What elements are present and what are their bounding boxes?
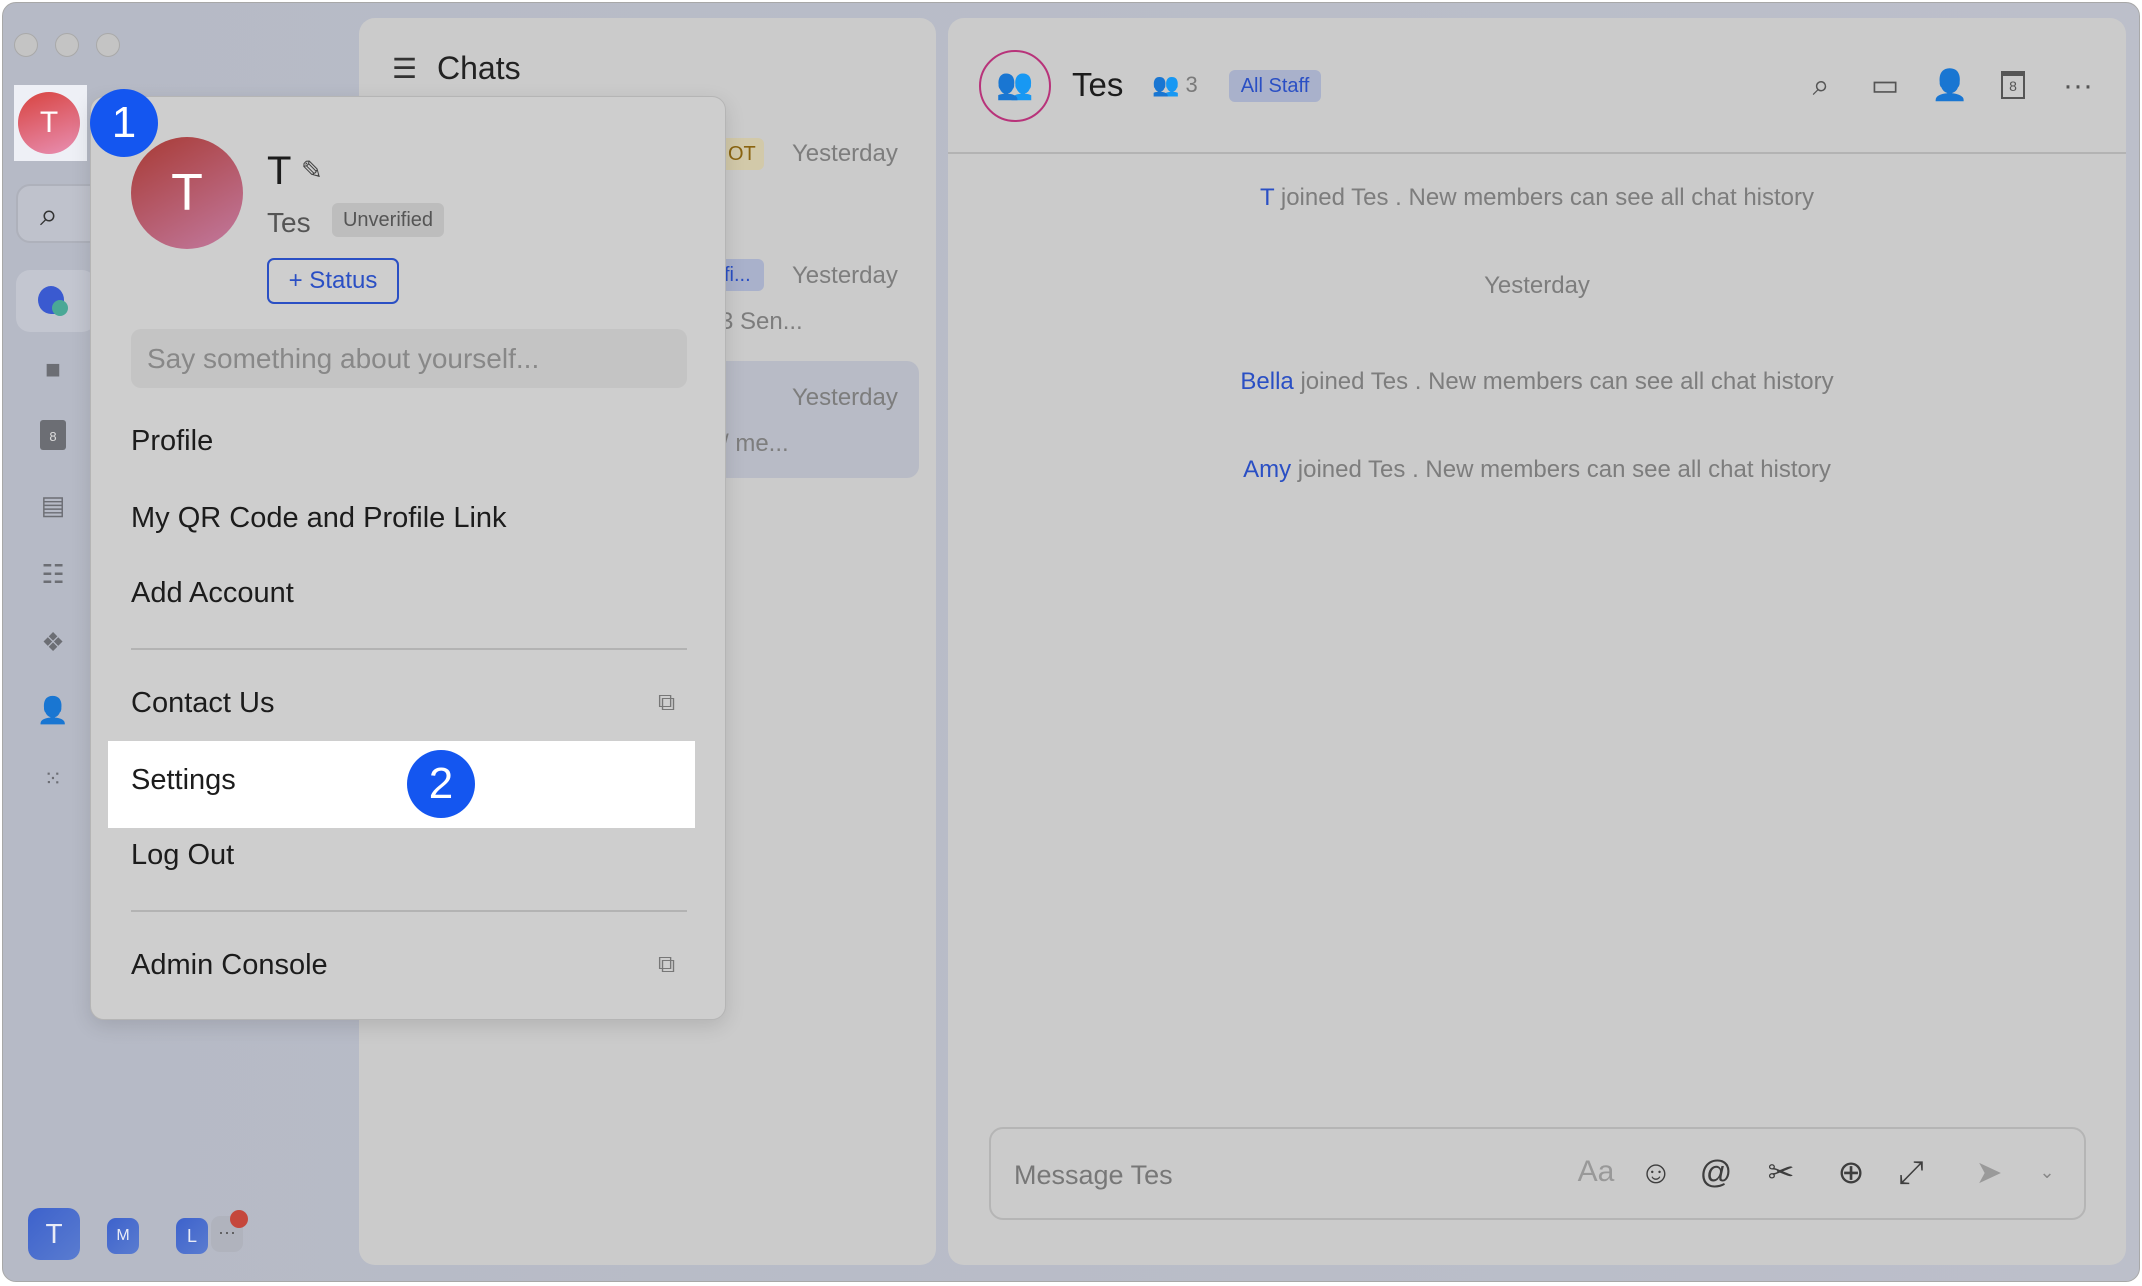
format-text-icon[interactable]: Aa [1576, 1152, 1616, 1192]
header-divider [948, 152, 2126, 154]
chat-time: Yesterday [792, 262, 898, 289]
chat-list-title: Chats [437, 50, 521, 86]
search-chat-icon[interactable]: ⌕ [1803, 68, 1839, 104]
profile-name: T [267, 149, 292, 193]
message-input[interactable]: Message Tes [1014, 1160, 1173, 1191]
chat-time: Yesterday [792, 140, 898, 167]
more-options-icon[interactable]: ··· [2060, 68, 2096, 104]
menu-item-log-out[interactable]: Log Out [131, 839, 234, 872]
menu-item-add-account[interactable]: Add Account [131, 577, 294, 610]
menu-item-profile[interactable]: Profile [131, 425, 213, 458]
add-member-icon[interactable]: 👤 [1931, 68, 1968, 104]
calendar-icon[interactable]: 8 [1995, 68, 2031, 104]
all-staff-tag: All Staff [1229, 70, 1321, 102]
minimize-window-button[interactable] [55, 33, 79, 57]
add-attachment-icon[interactable]: ⊕ [1831, 1152, 1871, 1192]
group-avatar[interactable]: 👥 [979, 50, 1051, 122]
unverified-badge: Unverified [332, 203, 444, 237]
messenger-icon-dot [52, 300, 68, 316]
external-link-icon: ⧉ [658, 951, 676, 978]
organization-name: Tes [267, 207, 311, 238]
workspace-t[interactable]: T [28, 1208, 80, 1260]
member-link[interactable]: Amy [1243, 456, 1291, 483]
maximize-window-button[interactable] [96, 33, 120, 57]
settings-label: Settings [131, 764, 236, 796]
send-options-chevron-icon[interactable]: ⌄ [2027, 1152, 2067, 1192]
step-badge-2: 2 [407, 750, 475, 818]
profile-menu-popup: T T ✎ Tes Unverified + Status Say someth… [90, 96, 726, 1020]
workspace-m[interactable]: M [107, 1218, 139, 1254]
member-link[interactable]: Bella [1240, 368, 1293, 395]
user-avatar-button[interactable]: T [18, 92, 80, 154]
send-icon[interactable]: ➤ [1969, 1152, 2009, 1192]
members-icon: 👥 [1152, 72, 1186, 97]
screenshot-scissors-icon[interactable]: ✂ [1761, 1152, 1801, 1192]
system-message: T joined Tes . New members can see all c… [1259, 184, 1815, 211]
video-meeting-icon[interactable]: ■ [36, 352, 70, 386]
workspace-l[interactable]: L [176, 1218, 208, 1254]
menu-item-qr-code[interactable]: My QR Code and Profile Link [131, 502, 507, 535]
video-call-icon[interactable]: ▭ [1867, 68, 1903, 104]
emoji-icon[interactable]: ☺ [1636, 1152, 1676, 1192]
system-message: Amy joined Tes . New members can see all… [1243, 456, 1831, 483]
date-divider: Yesterday [1484, 272, 1590, 299]
member-count[interactable]: 👥 3 [1152, 72, 1198, 98]
expand-icon[interactable]: ⤢ [1891, 1152, 1931, 1192]
add-status-button[interactable]: + Status [267, 258, 399, 304]
collapse-list-icon[interactable]: ☰ [392, 52, 417, 85]
tasks-icon[interactable]: ☷ [36, 557, 70, 591]
bio-input[interactable]: Say something about yourself... [131, 329, 687, 388]
apps-grid-icon[interactable]: ⁙ [36, 762, 70, 796]
notification-dot [230, 1210, 248, 1228]
menu-item-contact-us[interactable]: Contact Us [131, 687, 274, 720]
step-badge-1: 1 [90, 89, 158, 157]
external-link-icon: ⧉ [658, 689, 676, 716]
menu-divider [131, 648, 687, 650]
chat-preview: / me... [722, 430, 789, 457]
docs-icon[interactable]: ▤ [36, 488, 70, 522]
close-window-button[interactable] [14, 33, 38, 57]
calendar-icon[interactable]: 8 [36, 420, 70, 454]
chat-preview: 3 Sen... [720, 308, 803, 335]
profile-avatar: T [131, 137, 243, 249]
menu-item-admin-console[interactable]: Admin Console [131, 949, 328, 982]
chat-time: Yesterday [792, 384, 898, 411]
member-link[interactable]: T [1260, 184, 1274, 211]
workplace-icon[interactable]: ❖ [36, 625, 70, 659]
search-icon: ⌕ [40, 196, 58, 232]
system-message: Bella joined Tes . New members can see a… [1240, 368, 1834, 395]
menu-divider [131, 910, 687, 912]
chat-title: Tes [1072, 66, 1124, 103]
contacts-icon[interactable]: 👤 [36, 693, 70, 727]
mention-icon[interactable]: @ [1696, 1152, 1736, 1192]
edit-name-icon[interactable]: ✎ [301, 155, 323, 186]
